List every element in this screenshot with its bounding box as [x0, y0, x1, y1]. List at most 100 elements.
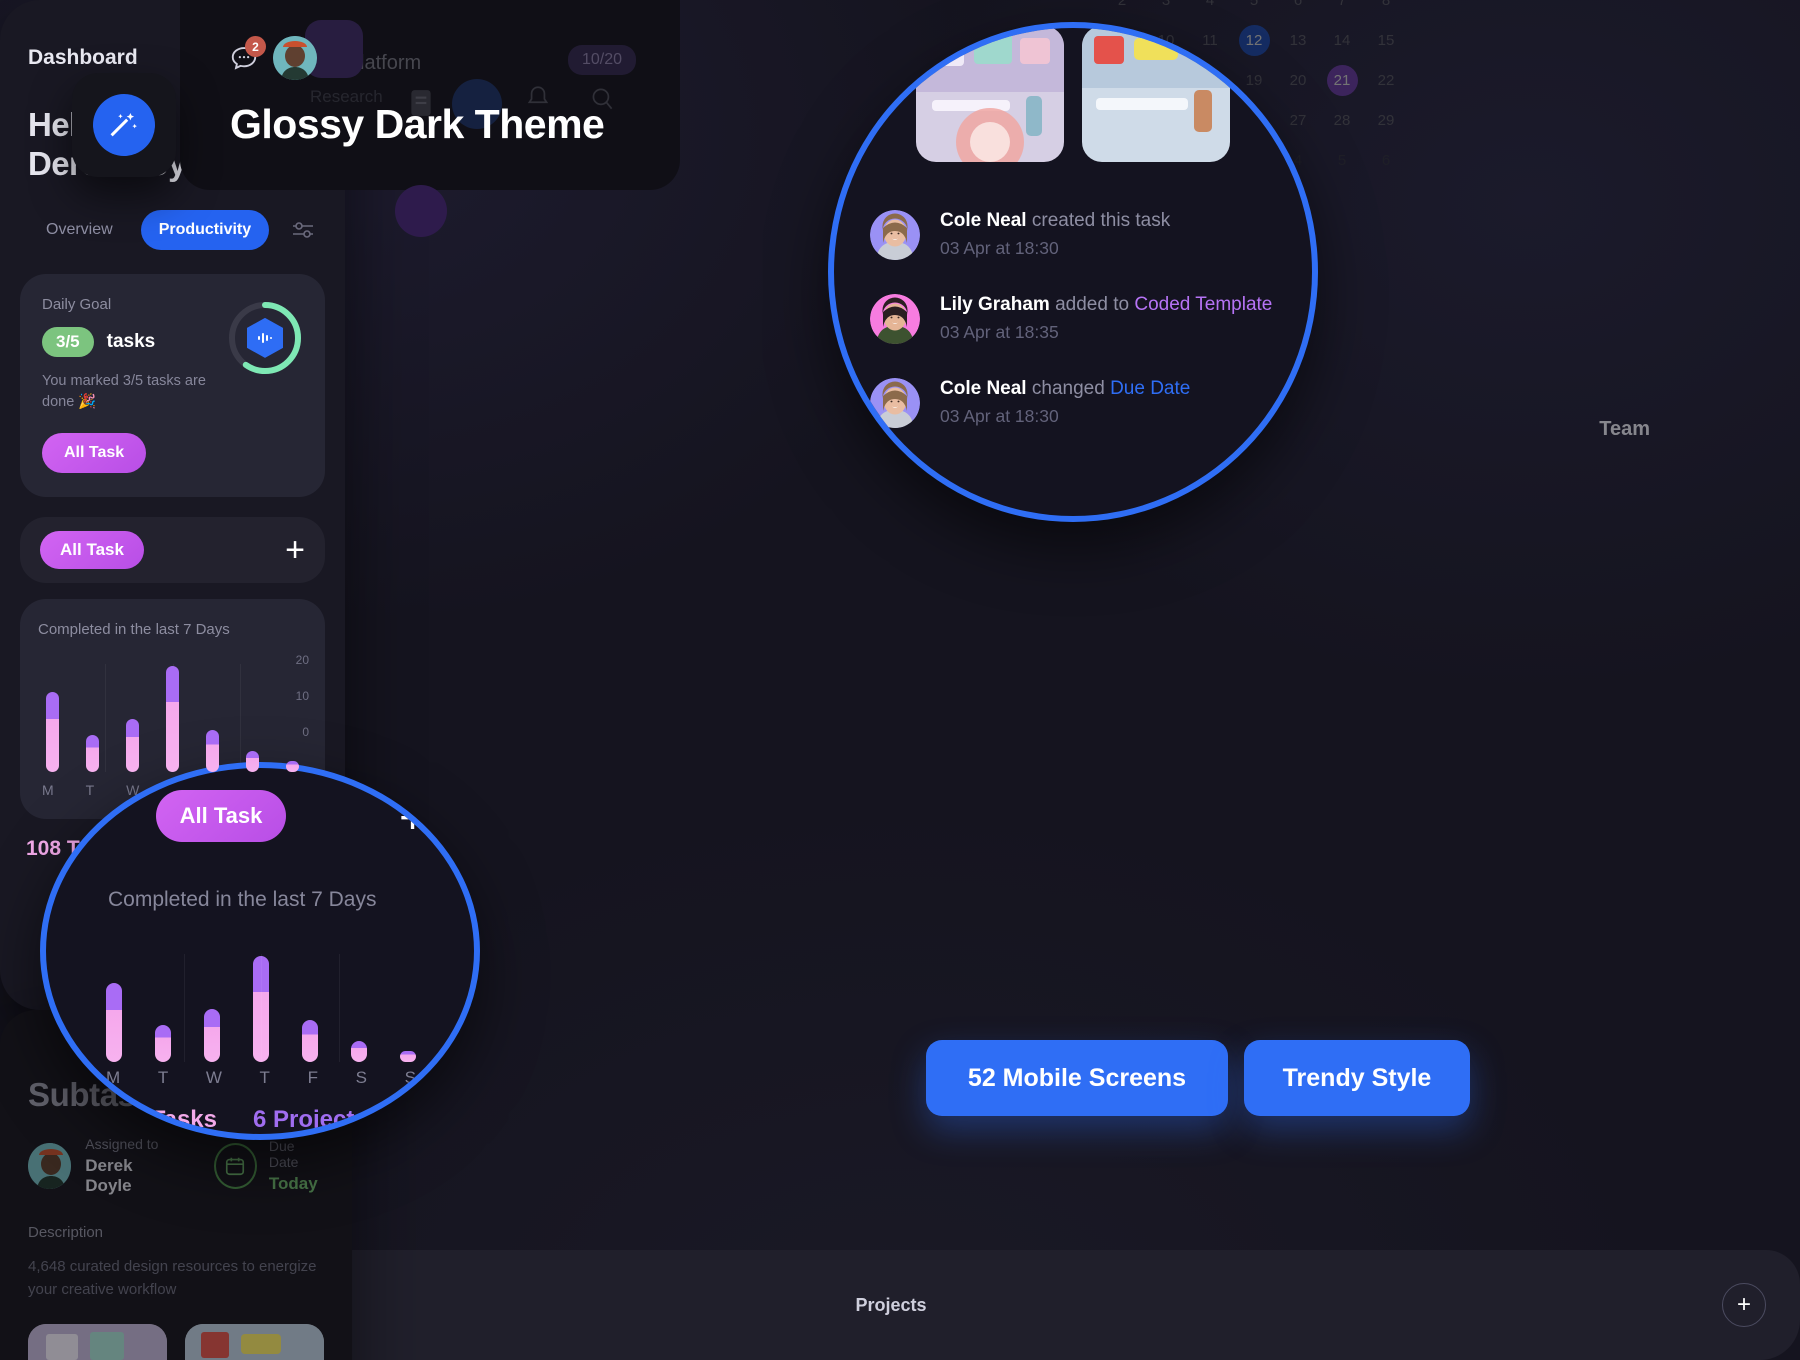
x-tick-label: W — [205, 1068, 222, 1087]
calendar-day[interactable]: 5 — [1320, 140, 1364, 180]
due-date-label: Due Date — [268, 1138, 299, 1170]
magnified-chart-caption: Completed in the last 7 Days — [108, 888, 377, 911]
bar-segment — [286, 761, 299, 772]
chart-bar — [106, 982, 122, 1062]
task-chip[interactable]: All Task — [40, 530, 144, 569]
messages-icon[interactable]: 2 — [229, 36, 266, 73]
calendar-day[interactable]: 15 — [1364, 20, 1408, 60]
badge-mobile-screens: 52 Mobile Screens — [926, 1040, 1228, 1116]
thumbnail-image[interactable] — [916, 28, 1064, 162]
chart-bar — [302, 1019, 318, 1062]
calendar-day[interactable]: 8 — [1364, 0, 1408, 20]
chart-bar — [351, 1040, 367, 1062]
task-card: All Task + — [20, 516, 325, 583]
tab-overview[interactable]: Overview — [28, 210, 131, 250]
calendar-week-row: 2345678 — [1100, 0, 1430, 20]
chart-bar — [286, 664, 299, 772]
chart-plot-area — [38, 663, 307, 772]
magnified-task-chip[interactable]: All Task — [156, 790, 286, 842]
calendar-day[interactable]: 28 — [1320, 100, 1364, 140]
activity-text: Cole Neal changed Due Date — [940, 378, 1191, 399]
chart-bar — [246, 664, 259, 772]
magnified-activity-feed: Cole Neal created this task 03 Apr at 18:… — [870, 210, 1272, 428]
grid-line — [183, 954, 185, 1062]
assigned-to-label: Assigned to — [85, 1136, 159, 1152]
activity-text: Lily Graham added to Coded Template — [940, 294, 1273, 315]
chart-magnifier: All Task + Completed in the last 7 Days … — [40, 762, 480, 1140]
grid-line — [239, 663, 241, 772]
thumbnail-image[interactable] — [185, 1323, 324, 1360]
all-task-button[interactable]: All Task — [42, 432, 147, 473]
add-task-icon[interactable]: + — [285, 533, 305, 567]
chart-bar — [155, 1024, 171, 1062]
x-tick-label: T — [85, 781, 95, 798]
daily-goal-unit: tasks — [106, 330, 156, 352]
magic-wand-icon — [93, 94, 155, 156]
magnified-plus-icon[interactable]: + — [860, 464, 886, 508]
calendar-day[interactable]: 2 — [1100, 0, 1144, 20]
activity-time: 03 Apr at 18:30 — [940, 238, 1059, 258]
grid-line — [338, 954, 340, 1062]
dashboard-title: Dashboard — [28, 46, 138, 69]
daily-goal-ratio: 3/5 — [42, 326, 94, 357]
tab-productivity[interactable]: Productivity — [140, 209, 270, 250]
chart-bar — [126, 664, 139, 772]
calendar-day[interactable]: 13 — [1276, 20, 1320, 60]
avatar — [870, 210, 920, 260]
screenshot-canvas: UI8 Platform Research 10/20 Glossy Dark … — [0, 0, 1800, 1360]
background-project-card: UI8 Platform Research 10/20 — [180, 0, 680, 237]
dashboard-tabs: Overview Productivity — [28, 209, 317, 250]
calendar-day[interactable]: 5 — [1232, 0, 1276, 20]
calendar-day[interactable]: 27 — [1276, 100, 1320, 140]
daily-goal-note: You marked 3/5 tasks are done 🎉 — [42, 372, 206, 410]
page-title: Glossy Dark Theme — [230, 101, 605, 147]
bar-segment — [46, 692, 59, 772]
activity-item: Cole Neal changed Due Date 03 Apr at 18:3… — [870, 378, 1272, 428]
app-logo-tile — [72, 73, 176, 177]
calendar-day[interactable]: 3 — [1144, 0, 1188, 20]
calendar-day[interactable]: 14 — [1320, 20, 1364, 60]
sort-icon[interactable] — [291, 218, 317, 242]
thumbnail-image[interactable] — [1082, 28, 1230, 162]
calendar-day[interactable]: 6 — [1276, 0, 1320, 20]
bar-segment — [126, 718, 139, 772]
calendar-day[interactable]: 29 — [1364, 100, 1408, 140]
calendar-day[interactable]: 12 — [1232, 20, 1276, 60]
magnified-stat-tasks: 108 Tasks — [104, 1106, 217, 1133]
calendar-day[interactable]: 20 — [1276, 60, 1320, 100]
description-text: 4,648 curated design resources to energi… — [28, 1258, 317, 1299]
assignee-avatar — [28, 1143, 72, 1189]
thumbnail-image[interactable] — [28, 1323, 167, 1360]
x-tick-label: M — [106, 1068, 121, 1087]
magnified-stat-projects: 6 Projects — [252, 1106, 368, 1133]
bar-segment — [246, 750, 259, 772]
due-date-value: Today — [268, 1174, 318, 1193]
calendar-day[interactable]: 6 — [1364, 140, 1408, 180]
magnified-add-icon[interactable]: + — [399, 794, 426, 840]
magnified-stats: 108 Tasks 6 Projects — [104, 1106, 368, 1134]
bar-segment — [166, 665, 179, 772]
calendar-day[interactable]: 4 — [1188, 0, 1232, 20]
activity-time: 03 Apr at 18:35 — [940, 322, 1059, 342]
activity-item: Cole Neal created this task 03 Apr at 18:… — [870, 210, 1272, 260]
magnified-plot-area — [106, 954, 416, 1062]
calendar-day[interactable]: 22 — [1364, 60, 1408, 100]
calendar-day[interactable]: 7 — [1320, 0, 1364, 20]
avatar[interactable] — [273, 36, 317, 80]
daily-goal-card: Daily Goal 3/5 tasks You marked 3/5 task… — [20, 273, 325, 497]
calendar-icon — [213, 1143, 257, 1189]
calendar-day[interactable]: 21 — [1320, 60, 1364, 100]
chart-caption: Completed in the last 7 Days — [38, 620, 230, 638]
team-label: Team — [1599, 418, 1650, 440]
activity-item: Lily Graham added to Coded Template 03 Ap… — [870, 294, 1272, 344]
x-tick-label: T — [157, 1068, 169, 1087]
bar-segment — [206, 729, 219, 772]
bar-segment — [86, 734, 99, 772]
chart-bar — [86, 664, 99, 772]
magnified-thumbnails — [916, 28, 1230, 162]
avatar — [870, 378, 920, 428]
x-tick-label: S — [355, 1068, 367, 1087]
bg-project-count: 10/20 — [568, 45, 637, 75]
notification-badge: 2 — [245, 36, 266, 57]
chart-bar — [46, 664, 59, 772]
